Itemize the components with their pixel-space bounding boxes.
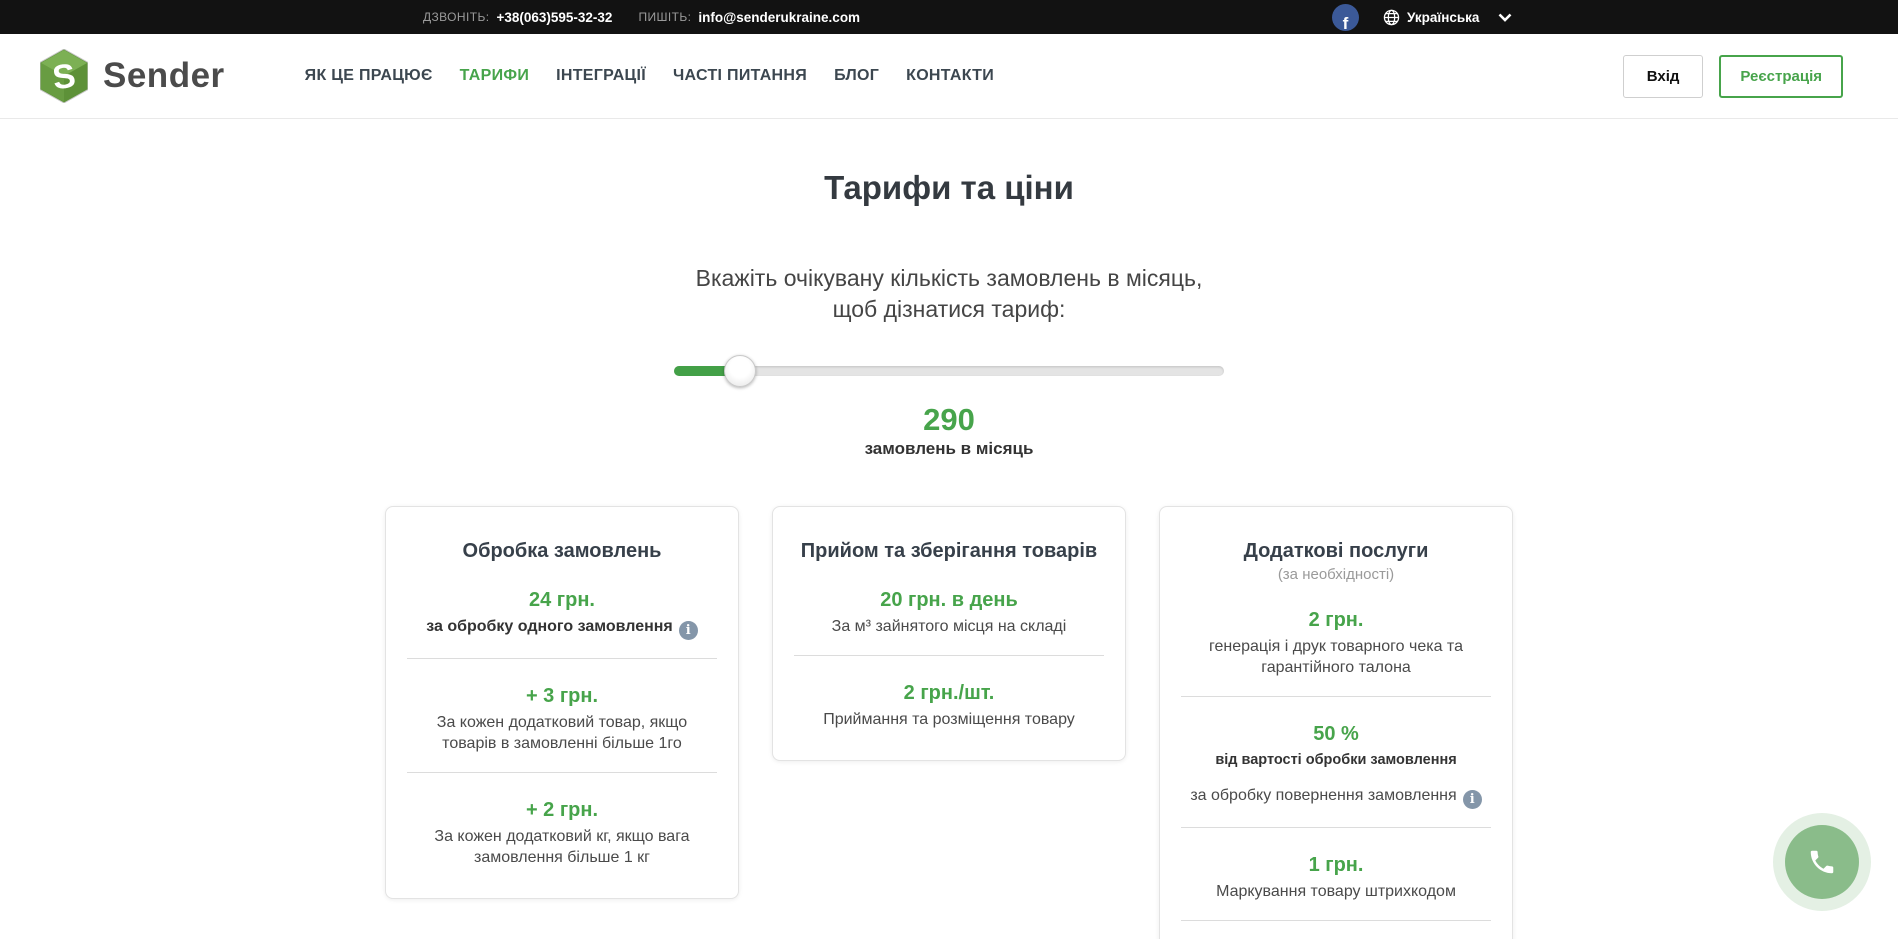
card-title: Прийом та зберігання товарів: [791, 540, 1107, 563]
price-value: 2 грн.: [1178, 609, 1494, 632]
main-content: Тарифи та ціни Вкажіть очікувану кількіс…: [0, 169, 1898, 939]
email-link[interactable]: info@senderukraine.com: [698, 10, 860, 25]
pricing-card: Прийом та зберігання товарів 20 грн. в де…: [772, 506, 1126, 761]
card-subtitle: (за необхідності): [1178, 566, 1494, 583]
card-divider: [1181, 696, 1491, 697]
topbar-right: f Українська: [1332, 0, 1512, 34]
nav-item[interactable]: ЯК ЦЕ ПРАЦЮЄ: [305, 67, 433, 85]
pricing-card: Обробка замовлень 24 грн. за обробку одног…: [385, 506, 739, 899]
facebook-icon[interactable]: f: [1332, 4, 1359, 31]
price-value: 2 грн./шт.: [791, 682, 1107, 705]
header: S Sender ЯК ЦЕ ПРАЦЮЄ ТАРИФИ ІНТЕГРАЦІЇ ЧАС…: [0, 34, 1898, 119]
phone-icon: [1807, 847, 1837, 877]
email-label: ПИШІТЬ:: [638, 10, 691, 24]
brand-name: Sender: [103, 56, 225, 96]
orders-count-value: 290: [0, 402, 1898, 438]
page-title: Тарифи та ціни: [0, 169, 1898, 207]
price-description: генерація і друк товарного чека та гаран…: [1178, 636, 1494, 678]
price-value: 24 грн.: [404, 589, 720, 612]
globe-icon: [1383, 9, 1400, 26]
nav-item[interactable]: ТАРИФИ: [460, 67, 529, 85]
price-value: 20 грн. в день: [791, 589, 1107, 612]
card-title: Додаткові послуги: [1178, 540, 1494, 563]
pricing-cards: Обробка замовлень 24 грн. за обробку одног…: [0, 506, 1898, 939]
price-description: за обробку одного замовленняi: [404, 616, 720, 640]
chevron-down-icon[interactable]: [1498, 13, 1512, 22]
price-description: За кожен додатковий товар, якщо товарів …: [404, 712, 720, 754]
price-value: + 3 грн.: [404, 685, 720, 708]
language-selector[interactable]: Українська: [1407, 10, 1479, 25]
brand-logo[interactable]: S Sender: [40, 49, 225, 103]
price-note: за обробку повернення замовленняi: [1178, 787, 1494, 809]
orders-slider[interactable]: [674, 355, 1224, 387]
register-button[interactable]: Реєстрація: [1719, 55, 1843, 98]
topbar: ДЗВОНІТЬ: +38(063)595-32-32 ПИШІТЬ: info…: [0, 0, 1898, 34]
price-description: Приймання та розміщення товару: [791, 709, 1107, 730]
card-divider: [794, 655, 1104, 656]
price-description: За кожен додатковий кг, якщо вага замовл…: [404, 826, 720, 868]
header-buttons: Вхід Реєстрація: [1623, 55, 1843, 98]
slider-prompt-line2: щоб дізнатися тариф:: [0, 294, 1898, 325]
slider-prompt: Вкажіть очікувану кількість замовлень в …: [0, 263, 1898, 325]
slider-handle[interactable]: [724, 355, 756, 387]
nav-item[interactable]: ЧАСТІ ПИТАННЯ: [673, 67, 807, 85]
main-nav: ЯК ЦЕ ПРАЦЮЄ ТАРИФИ ІНТЕГРАЦІЇ ЧАСТІ ПИТАНН…: [305, 67, 994, 85]
topbar-contacts: ДЗВОНІТЬ: +38(063)595-32-32 ПИШІТЬ: info…: [423, 0, 860, 34]
card-divider: [407, 658, 717, 659]
price-value: 1 грн.: [1178, 854, 1494, 877]
pricing-card: Додаткові послуги (за необхідності) 2 грн.…: [1159, 506, 1513, 939]
nav-item[interactable]: ІНТЕГРАЦІЇ: [556, 67, 646, 85]
card-divider: [1181, 827, 1491, 828]
info-icon[interactable]: i: [679, 621, 698, 640]
slider-track[interactable]: [674, 366, 1224, 376]
card-divider: [407, 772, 717, 773]
orders-count-unit: замовлень в місяць: [0, 439, 1898, 459]
nav-item[interactable]: КОНТАКТИ: [906, 67, 994, 85]
price-value: 50 %: [1178, 723, 1494, 746]
phone-link[interactable]: +38(063)595-32-32: [496, 10, 612, 25]
nav-item[interactable]: БЛОГ: [834, 67, 879, 85]
price-description: Маркування товару штрихкодом: [1178, 881, 1494, 902]
card-divider: [1181, 920, 1491, 921]
call-fab-button[interactable]: [1785, 825, 1859, 899]
info-icon[interactable]: i: [1463, 790, 1482, 809]
card-title: Обробка замовлень: [404, 540, 720, 563]
price-value: + 2 грн.: [404, 799, 720, 822]
sender-logo-icon: S: [40, 49, 88, 103]
price-description: від вартості обробки замовлення: [1178, 750, 1494, 771]
slider-prompt-line1: Вкажіть очікувану кількість замовлень в …: [0, 263, 1898, 294]
phone-label: ДЗВОНІТЬ:: [423, 10, 489, 24]
price-description: За м³ зайнятого місця на складі: [791, 616, 1107, 637]
login-button[interactable]: Вхід: [1623, 55, 1704, 98]
